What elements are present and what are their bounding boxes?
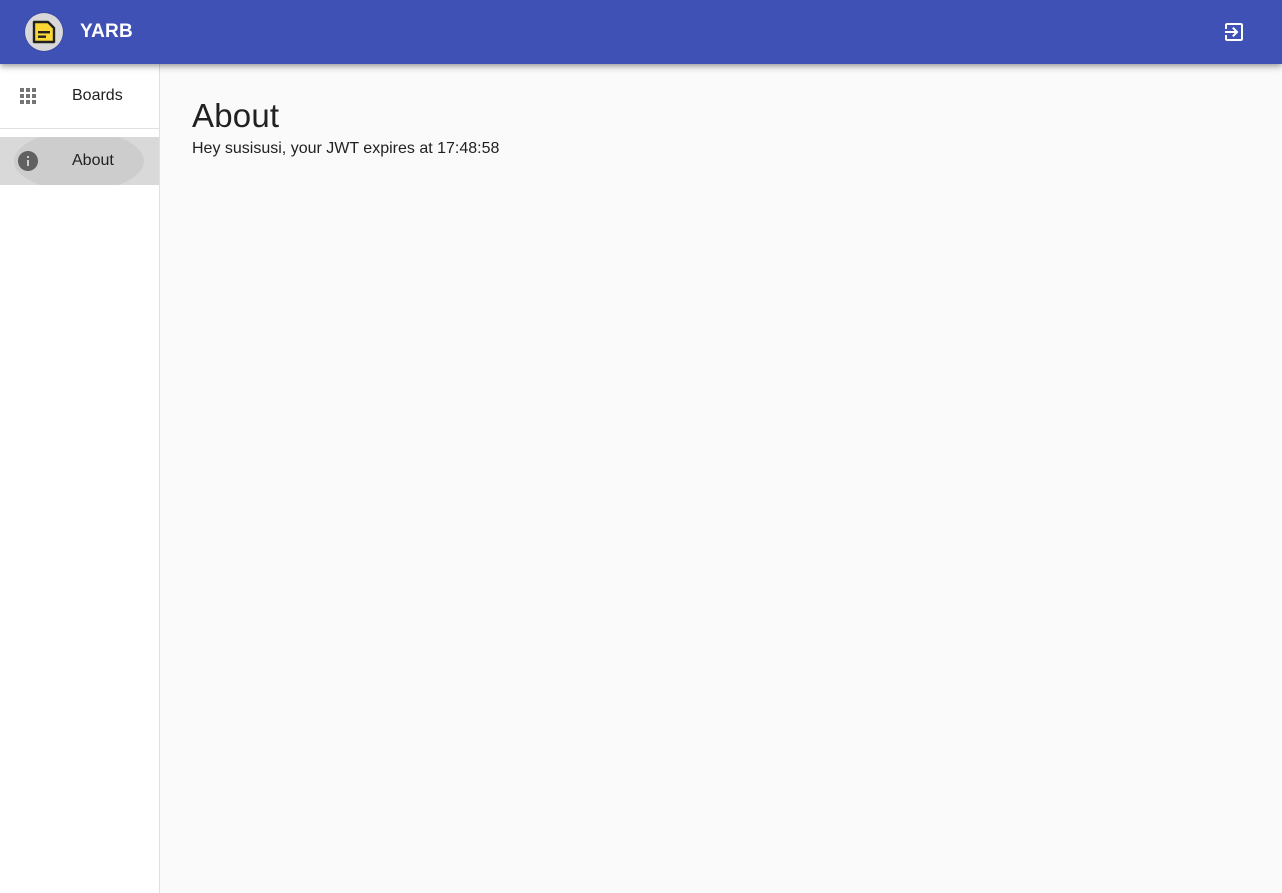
- sidebar-item-label: Boards: [72, 87, 123, 104]
- jwt-greeting-text: Hey susisusi, your JWT expires at 17:48:…: [192, 140, 500, 157]
- sidebar-item-boards[interactable]: Boards: [0, 72, 159, 120]
- sidebar-item-about[interactable]: About: [0, 137, 159, 185]
- apps-grid-icon: [20, 88, 36, 104]
- sidebar-divider: [0, 128, 159, 129]
- main-content: About Hey susisusi, your JWT expires at …: [160, 64, 1282, 893]
- app-bar: YARB: [0, 0, 1282, 64]
- side-drawer: Boards About: [0, 64, 160, 893]
- page-title: About: [192, 97, 280, 134]
- app-title: YARB: [80, 21, 133, 42]
- logout-button[interactable]: [1210, 8, 1258, 56]
- info-icon: [18, 151, 38, 171]
- sidebar-item-label: About: [72, 152, 114, 169]
- exit-to-app-icon: [1225, 23, 1243, 41]
- note-icon: [32, 20, 56, 44]
- app-logo[interactable]: [25, 13, 63, 51]
